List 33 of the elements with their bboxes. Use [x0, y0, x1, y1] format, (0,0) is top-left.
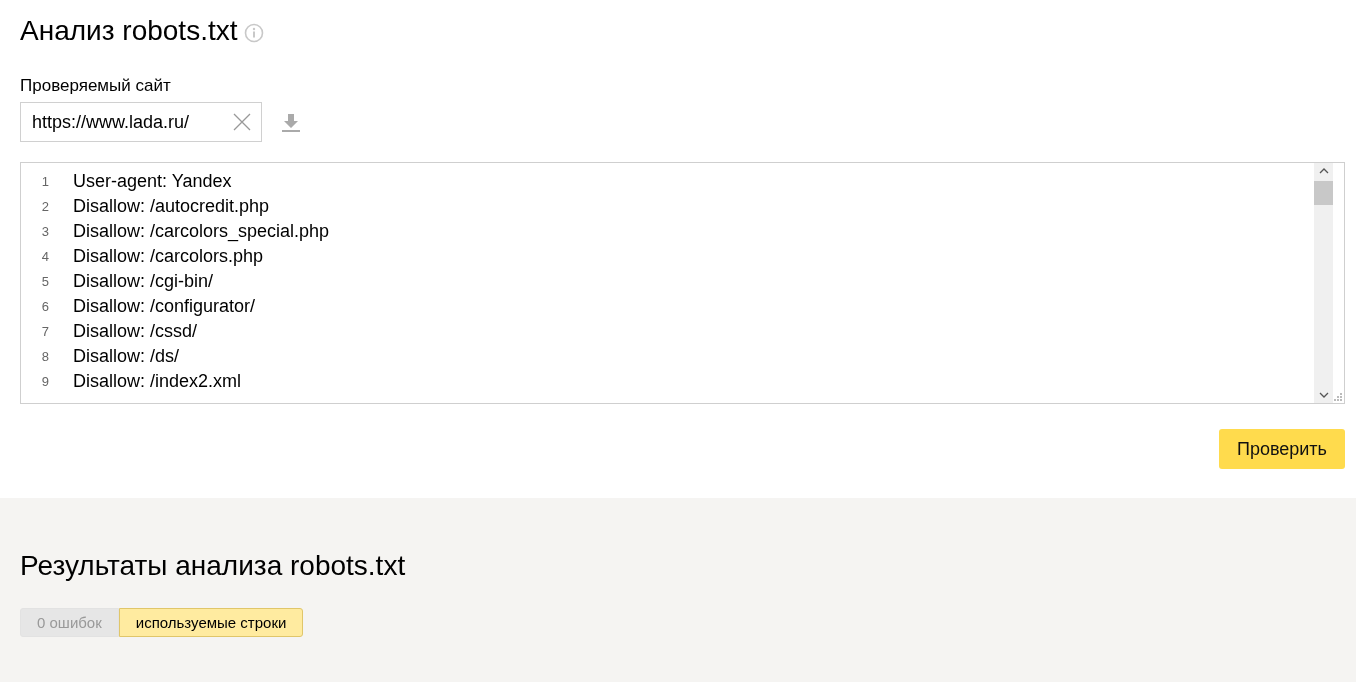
line-number: 8: [40, 349, 49, 364]
page-title: Анализ robots.txt: [20, 15, 238, 47]
code-line: Disallow: /carcolors_special.php: [73, 221, 330, 242]
code-line: Disallow: /cssd/: [73, 321, 198, 342]
line-number: 4: [40, 249, 49, 264]
info-icon[interactable]: [244, 23, 265, 43]
results-title: Результаты анализа robots.txt: [20, 550, 407, 582]
line-number: 9: [40, 374, 49, 389]
line-number: 5: [40, 274, 49, 289]
code-line: Disallow: /index2.xml: [73, 371, 242, 392]
code-line: Disallow: /autocredit.php: [73, 196, 270, 217]
resize-grip-icon[interactable]: [1334, 393, 1342, 401]
site-field[interactable]: https://www.lada.ru/: [20, 102, 262, 142]
line-number: 7: [40, 324, 49, 339]
code-line: Disallow: /ds/: [73, 346, 180, 367]
line-number: 2: [40, 199, 49, 214]
field-label: Проверяемый сайт: [20, 76, 172, 96]
result-tab[interactable]: используемые строки: [118, 608, 304, 637]
check-button[interactable]: Проверить: [1218, 429, 1345, 469]
line-number: 1: [40, 174, 49, 189]
scroll-down-icon[interactable]: [1318, 391, 1329, 399]
code-line: Disallow: /cgi-bin/: [73, 271, 214, 292]
clear-icon[interactable]: [233, 113, 251, 131]
code-editor[interactable]: [20, 162, 1345, 404]
code-line: Disallow: /configurator/: [73, 296, 256, 317]
line-number: 3: [40, 224, 49, 239]
scrollbar[interactable]: [1314, 163, 1333, 403]
scroll-up-icon[interactable]: [1318, 167, 1329, 175]
line-number: 6: [40, 299, 49, 314]
scroll-thumb[interactable]: [1314, 181, 1333, 205]
code-line: User-agent: Yandex: [73, 171, 232, 192]
download-icon[interactable]: [282, 113, 300, 133]
code-line: Disallow: /carcolors.php: [73, 246, 264, 267]
